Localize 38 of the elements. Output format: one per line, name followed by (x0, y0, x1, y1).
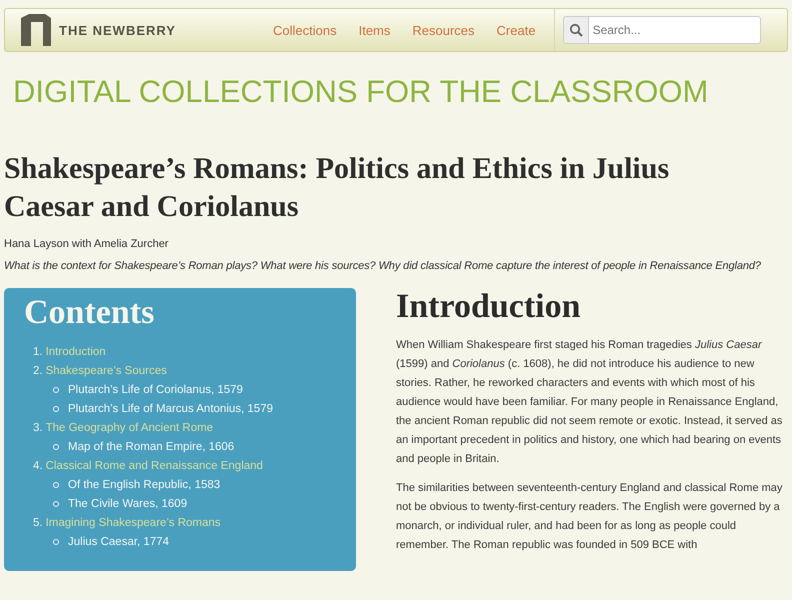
contents-link[interactable]: The Geography of Ancient Rome (46, 422, 214, 434)
body-paragraph: The similarities between seventeenth-century England and classical Rome may not be obvious to twenty-first-century readers. The English were governed by a monarch, or individual ruler, and had been for as long as people could remember. The Roman republic was founded in 509 BCE with (396, 481, 784, 553)
contents-subitem: Plutarch’s Life of Coriolanus, 1579 (68, 384, 243, 396)
search-field[interactable]: Search... (588, 16, 761, 44)
authors-text: Hana Layson with Amelia Zurcher (4, 238, 170, 250)
contents-subitem: Map of the Roman Empire, 1606 (68, 440, 234, 452)
section-heading: Introduction (396, 288, 582, 326)
page-title: Shakespeare’s Romans: Politics and Ethics in Julius Caesar and Coriolanus (4, 151, 670, 225)
bullet-icon (53, 386, 59, 392)
site-title: DIGITAL COLLECTIONS FOR THE CLASSROOM (13, 74, 710, 110)
bullet-icon (53, 406, 59, 412)
contents-subitem: Of the English Republic, 1583 (68, 478, 220, 490)
body-paragraph: When William Shakespeare first staged his Roman tragedies Julius Caesar (1599) and Coriolanus (c. 1608), he did not introduce his audience to new stories. Rather, he reworked characters and events with which most of his audience would have been familiar. For many people in Renaissance England, the ancient Roman republic did not seem remote or exotic. Instead, it served as an important precedent in politics and history, one which had bearing on events and people in Britain. (396, 338, 784, 467)
nav-link[interactable]: Resources (412, 22, 475, 38)
contents-subitem: The Civile Wares, 1609 (68, 498, 188, 510)
contents-link[interactable]: Classical Rome and Renaissance England (46, 460, 263, 472)
search-icon[interactable] (562, 16, 588, 44)
bullet-icon (53, 482, 59, 488)
contents-link[interactable]: Imagining Shakespeare’s Romans (46, 516, 221, 528)
list-number: 4. (33, 460, 43, 472)
lead-question: What is the context for Shakespeare’s Roman plays? What were his sources? Why did classical Rome capture the interest of people in Renaissance England? (4, 260, 762, 272)
contents-link[interactable]: Introduction (46, 346, 106, 358)
bullet-icon (53, 500, 59, 506)
building-logo-icon (21, 14, 51, 46)
contents-subitem: Julius Caesar, 1774 (68, 536, 170, 548)
logo-text: THE NEWBERRY (59, 22, 176, 38)
contents-title: Contents (24, 294, 156, 332)
bullet-icon (53, 444, 59, 450)
nav-link[interactable]: Create (496, 22, 536, 38)
nav-link[interactable]: Collections (273, 22, 337, 38)
list-number: 2. (33, 364, 43, 376)
nav-link[interactable]: Items (358, 22, 390, 38)
contents-link[interactable]: Shakespeare’s Sources (46, 364, 167, 376)
list-number: 5. (33, 516, 43, 528)
bullet-icon (53, 538, 59, 544)
contents-subitem: Plutarch’s Life of Marcus Antonius, 1579 (68, 402, 273, 414)
list-number: 3. (33, 422, 43, 434)
list-number: 1. (33, 346, 43, 358)
